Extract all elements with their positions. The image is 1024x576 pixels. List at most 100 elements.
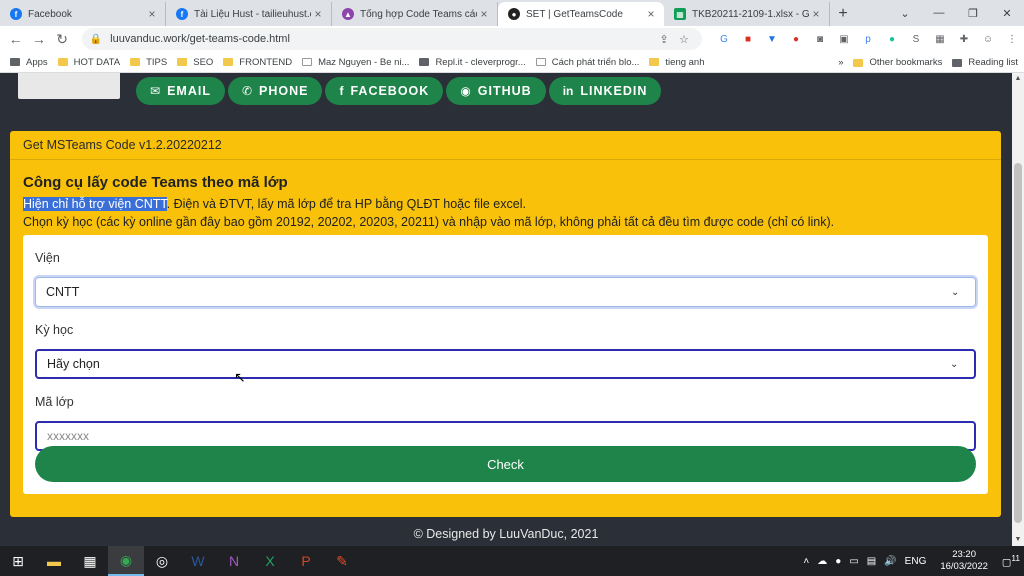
folder-icon xyxy=(130,58,141,66)
scroll-down-icon[interactable]: ▼ xyxy=(1012,534,1024,546)
share-icon[interactable]: ⇪ xyxy=(654,33,674,46)
dev-tool-icon[interactable]: ✎ xyxy=(324,546,360,576)
bookmark-label: Repl.it - cleverprogr... xyxy=(435,56,526,68)
phone-label: PHONE xyxy=(259,84,309,98)
volume-icon[interactable]: 🔊 xyxy=(884,556,896,567)
tab-facebook[interactable]: f Facebook × xyxy=(0,2,166,26)
address-bar[interactable]: 🔒 luuvanduc.work/get-teams-code.html ⇪ ☆ xyxy=(81,28,702,50)
cloud-icon[interactable]: ☁ xyxy=(817,556,827,567)
bookmark-star-icon[interactable]: ☆ xyxy=(674,33,694,46)
bookmark-seo[interactable]: SEO xyxy=(177,57,213,68)
excel-icon[interactable]: X xyxy=(252,546,288,576)
close-icon[interactable]: × xyxy=(809,7,823,21)
chrome-icon[interactable]: ◉ xyxy=(108,546,144,576)
bookmark-replit[interactable]: Repl.it - cleverprogr... xyxy=(419,56,526,68)
bookmark-maz-nguyen[interactable]: Maz Nguyen - Be ni... xyxy=(302,57,409,68)
profile-avatar-icon[interactable]: ☺ xyxy=(978,31,998,47)
chevron-up-icon[interactable]: ˄ xyxy=(803,556,809,567)
email-button[interactable]: ✉ EMAIL xyxy=(136,77,225,105)
extension-p-icon[interactable]: p xyxy=(858,31,878,47)
notification-icon[interactable]: ▢11 xyxy=(1002,553,1020,568)
puzzle-icon[interactable]: ✚ xyxy=(954,31,974,47)
folder-icon xyxy=(853,58,864,67)
facebook-button[interactable]: f FACEBOOK xyxy=(325,77,444,105)
bookmarks-overflow[interactable]: » xyxy=(838,57,843,68)
battery-icon[interactable]: ▭ xyxy=(849,556,858,567)
close-icon[interactable]: × xyxy=(644,7,658,21)
grammarly-icon[interactable]: ● xyxy=(882,31,902,47)
mouse-cursor-icon: ↖ xyxy=(234,369,246,385)
close-icon[interactable]: × xyxy=(477,7,491,21)
extension-download-icon[interactable]: ▼ xyxy=(762,31,782,47)
bookmark-frontend[interactable]: FRONTEND xyxy=(223,57,292,68)
tab-tong-hop-code[interactable]: ▲ Tổng hợp Code Teams các m × xyxy=(332,2,498,26)
close-window-button[interactable]: ✕ xyxy=(990,0,1024,26)
scroll-thumb[interactable] xyxy=(1014,163,1022,523)
kyhoc-select[interactable]: Hãy chọn ⌄ xyxy=(35,349,976,379)
lock-icon[interactable]: 🔒 xyxy=(90,34,102,45)
bookmark-label: tieng anh xyxy=(665,56,705,68)
minimize-button[interactable]: — xyxy=(922,0,956,26)
kyhoc-value: Hãy chọn xyxy=(47,357,100,371)
notification-count: 11 xyxy=(1011,553,1020,564)
menu-dots-icon[interactable]: ⋮ xyxy=(1002,31,1022,47)
bookmark-reading-list[interactable]: Reading list xyxy=(952,57,1018,68)
obs-icon[interactable]: ◎ xyxy=(144,546,180,576)
extensions-area: G ■ ▼ ● ◙ ▣ p ● S ▦ ✚ ☺ ⋮ xyxy=(712,31,1024,47)
chevron-down-icon: ⌄ xyxy=(951,286,960,298)
restore-button[interactable]: ❐ xyxy=(956,0,990,26)
windows-start-icon[interactable]: ⊞ xyxy=(0,546,36,576)
check-button[interactable]: Check xyxy=(35,446,976,482)
back-icon[interactable]: ← xyxy=(4,27,27,51)
bookmark-tieng-anh[interactable]: tieng anh xyxy=(649,56,705,68)
github-icon: ◉ xyxy=(460,84,471,98)
lookup-form: Viện CNTT ⌄ Kỳ học Hãy chọn ⌄ Mã lớp xxx… xyxy=(23,235,988,494)
extension-s-icon[interactable]: S xyxy=(906,31,926,47)
word-icon[interactable]: W xyxy=(180,546,216,576)
onenote-icon[interactable]: N xyxy=(216,546,252,576)
bookmarks-bar: Apps HOT DATA TIPS SEO FRONTEND Maz Nguy… xyxy=(0,52,1024,73)
scroll-up-icon[interactable]: ▲ xyxy=(1012,73,1024,85)
page-scrollbar[interactable]: ▲ ▼ xyxy=(1012,73,1024,546)
email-label: EMAIL xyxy=(167,84,211,98)
replit-icon xyxy=(419,58,430,66)
clock[interactable]: 23:20 16/03/2022 xyxy=(940,549,988,573)
microphone-icon[interactable]: ● xyxy=(835,556,841,567)
language-indicator[interactable]: ENG xyxy=(905,556,927,567)
app-grid-icon[interactable]: ▦ xyxy=(72,546,108,576)
extension-tab-icon[interactable]: ▣ xyxy=(834,31,854,47)
bookmark-label: FRONTEND xyxy=(239,56,293,68)
tab-getteamscode[interactable]: ● SET | GetTeamsCode × xyxy=(498,2,664,26)
tab-search-icon[interactable]: ⌄ xyxy=(888,0,922,26)
notice-text: Hiện chỉ hỗ trợ viện CNTT. Điện và ĐTVT,… xyxy=(23,195,988,231)
new-tab-button[interactable]: + xyxy=(830,2,856,26)
translate-icon[interactable]: G xyxy=(714,31,734,47)
folder-icon xyxy=(177,58,188,66)
close-icon[interactable]: × xyxy=(311,7,325,21)
github-button[interactable]: ◉ GITHUB xyxy=(446,77,546,105)
linkedin-button[interactable]: in LINKEDIN xyxy=(548,77,662,105)
reload-icon[interactable]: ↻ xyxy=(50,27,73,51)
network-icon[interactable]: ▤ xyxy=(867,556,876,567)
malop-label: Mã lớp xyxy=(35,395,74,409)
vien-select[interactable]: CNTT ⌄ xyxy=(35,277,976,307)
phone-button[interactable]: ✆ PHONE xyxy=(227,77,323,105)
tab-tkb-sheet[interactable]: ▦ TKB20211-2109-1.xlsx - Goo × xyxy=(664,2,830,26)
bookmark-blog[interactable]: Cách phát triển blo... xyxy=(535,57,639,68)
close-icon[interactable]: × xyxy=(145,7,159,21)
site-icon xyxy=(302,58,313,66)
forward-icon[interactable]: → xyxy=(27,27,50,51)
bookmark-apps[interactable]: Apps xyxy=(10,57,48,68)
folder-icon xyxy=(223,58,234,66)
file-explorer-icon[interactable]: ▬ xyxy=(36,546,72,576)
powerpoint-icon[interactable]: P xyxy=(288,546,324,576)
phone-icon: ✆ xyxy=(241,84,253,98)
extension-badge-icon[interactable]: ■ xyxy=(738,31,758,47)
bookmark-hot-data[interactable]: HOT DATA xyxy=(57,57,120,68)
extension-grid-icon[interactable]: ▦ xyxy=(930,31,950,47)
bookmark-other[interactable]: Other bookmarks xyxy=(853,57,942,68)
record-icon[interactable]: ● xyxy=(786,31,806,47)
bookmark-tips[interactable]: TIPS xyxy=(130,57,167,68)
tab-tailieuhust[interactable]: f Tài Liệu Hust - tailieuhust.con × xyxy=(166,2,332,26)
camera-icon[interactable]: ◙ xyxy=(810,31,830,47)
